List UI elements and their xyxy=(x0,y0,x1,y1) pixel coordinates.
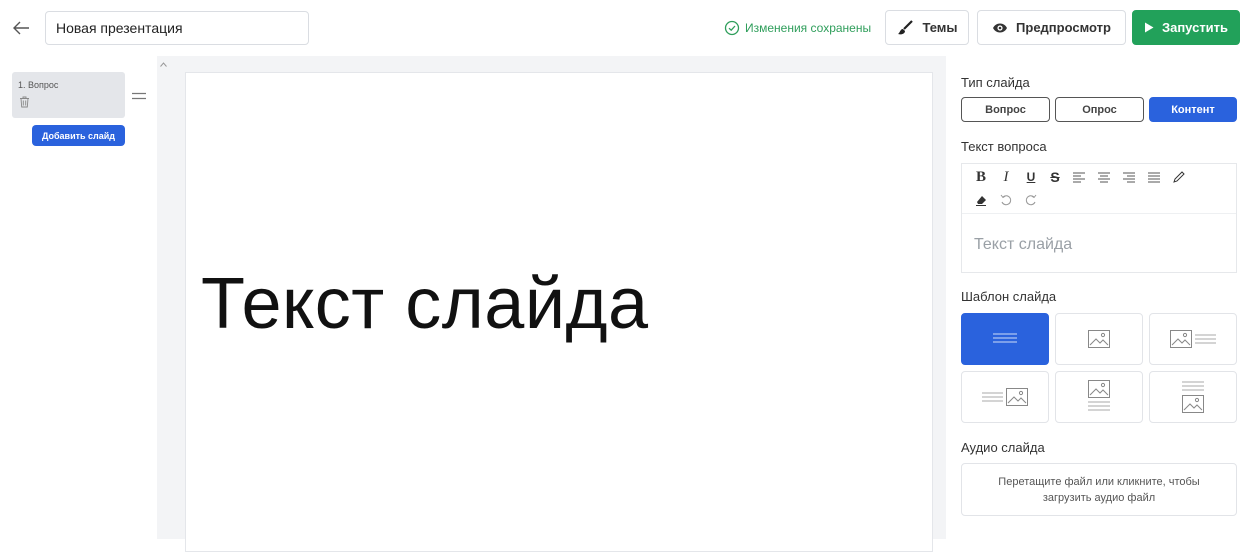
themes-button-label: Темы xyxy=(922,20,958,35)
top-bar: Изменения сохранены Темы Предпросмотр За… xyxy=(0,0,1244,56)
saved-status: Изменения сохранены xyxy=(724,19,871,37)
align-right-icon[interactable] xyxy=(1120,168,1138,186)
template-image-text[interactable] xyxy=(1149,313,1237,365)
presentation-title-input[interactable] xyxy=(45,11,309,45)
pen-icon[interactable] xyxy=(1170,168,1188,186)
strikethrough-icon[interactable]: S xyxy=(1046,168,1064,186)
add-slide-button[interactable]: Добавить слайд xyxy=(32,125,125,146)
image-icon xyxy=(1088,330,1110,348)
undo-icon[interactable] xyxy=(997,191,1015,209)
editor-text-area[interactable]: Текст слайда xyxy=(974,236,1072,254)
brush-icon xyxy=(898,19,914,34)
slide-thumbnail-label: 1. Вопрос xyxy=(18,80,59,90)
check-circle-icon xyxy=(724,20,740,36)
image-above-text-icon xyxy=(1088,380,1110,411)
eye-icon xyxy=(993,23,1008,32)
template-text-only[interactable] xyxy=(961,313,1049,365)
preview-button[interactable]: Предпросмотр xyxy=(977,10,1126,45)
slides-panel: 1. Вопрос Добавить слайд xyxy=(0,56,157,539)
text-image-icon xyxy=(982,388,1028,406)
slide-thumbnail[interactable]: 1. Вопрос xyxy=(12,72,125,118)
align-justify-icon[interactable] xyxy=(1145,168,1163,186)
scroll-up-arrow-icon[interactable] xyxy=(160,62,167,67)
preview-button-label: Предпросмотр xyxy=(1016,20,1111,35)
image-text-icon xyxy=(1170,330,1216,348)
slide-type-title: Тип слайда xyxy=(961,75,1030,90)
template-title: Шаблон слайда xyxy=(961,289,1057,304)
editor-toolbar: B I U S xyxy=(962,164,1236,214)
question-text-title: Текст вопроса xyxy=(961,139,1047,154)
underline-icon[interactable]: U xyxy=(1022,168,1040,186)
play-icon xyxy=(1144,22,1154,33)
audio-title: Аудио слайда xyxy=(961,440,1045,455)
italic-icon[interactable]: I xyxy=(997,168,1015,186)
template-text-top-image[interactable] xyxy=(1149,371,1237,423)
audio-dropzone[interactable]: Перетащите файл или кликните, чтобы загр… xyxy=(961,463,1237,516)
bold-icon[interactable]: B xyxy=(972,168,990,186)
run-button[interactable]: Запустить xyxy=(1132,10,1240,45)
slide-type-poll-button[interactable]: Опрос xyxy=(1055,97,1144,122)
back-arrow-icon[interactable] xyxy=(10,17,32,39)
rich-text-editor: B I U S Текст слайда xyxy=(961,163,1237,273)
template-image-top-text[interactable] xyxy=(1055,371,1143,423)
saved-status-text: Изменения сохранены xyxy=(745,21,872,35)
slide-type-content-button[interactable]: Контент xyxy=(1149,97,1237,122)
template-text-image[interactable] xyxy=(961,371,1049,423)
run-button-label: Запустить xyxy=(1161,20,1229,35)
align-center-icon[interactable] xyxy=(1095,168,1113,186)
text-lines-icon xyxy=(993,333,1017,343)
themes-button[interactable]: Темы xyxy=(885,10,969,45)
slide-canvas[interactable]: Текст слайда xyxy=(185,72,933,552)
slide-type-question-button[interactable]: Вопрос xyxy=(961,97,1050,122)
slide-text[interactable]: Текст слайда xyxy=(201,263,649,345)
align-left-icon[interactable] xyxy=(1070,168,1088,186)
canvas-area: Текст слайда xyxy=(157,56,946,552)
text-above-image-icon xyxy=(1182,381,1204,413)
properties-panel: Тип слайда Вопрос Опрос Контент Текст во… xyxy=(946,56,1244,539)
template-image-only[interactable] xyxy=(1055,313,1143,365)
eraser-icon[interactable] xyxy=(972,191,990,209)
drag-handle-icon[interactable] xyxy=(132,92,146,100)
trash-icon[interactable] xyxy=(19,96,30,108)
redo-icon[interactable] xyxy=(1022,191,1040,209)
scrollbar[interactable] xyxy=(157,56,170,539)
